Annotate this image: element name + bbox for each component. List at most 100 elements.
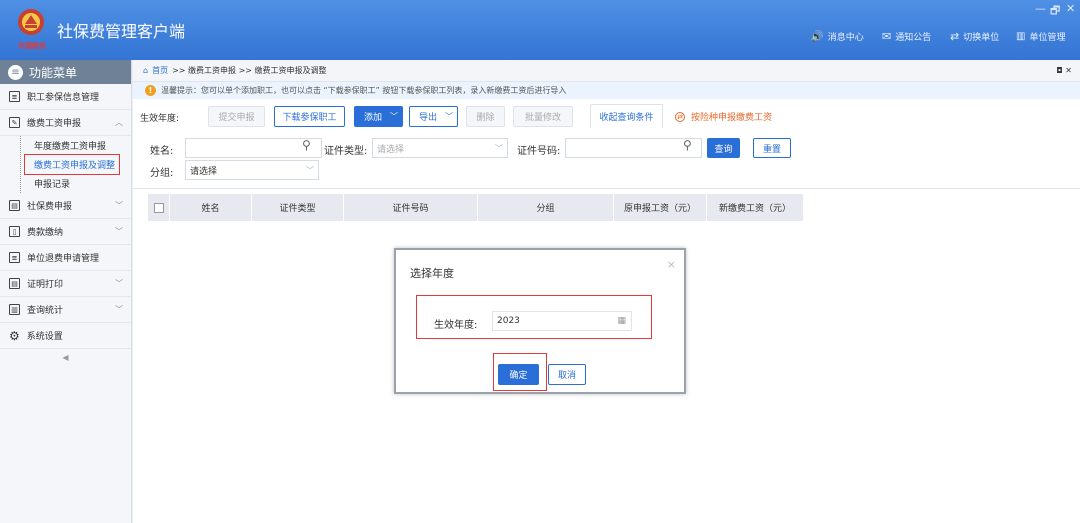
chevron-down-icon: ﹀ (115, 201, 123, 210)
calendar-icon: ▦ (617, 316, 626, 326)
breadcrumb-home[interactable]: 首页 (152, 65, 168, 76)
document-icon: ▤ (9, 200, 20, 211)
sidebar-item-label: 缴费工资申报 (27, 119, 82, 129)
tab-controls[interactable]: ◘ ✕ (1056, 66, 1072, 75)
select-all-checkbox[interactable] (148, 194, 170, 221)
nav-message-center[interactable]: 🔊 消息中心 (810, 30, 864, 43)
select-year-dialog: 选择年度 × 生效年度: 2023 ▦ 确定 取消 (394, 248, 686, 394)
minimize-button[interactable]: — (1035, 2, 1046, 15)
nav-label: 切换单位 (963, 33, 1000, 43)
breadcrumb-path: >> 缴费工资申报 >> 缴费工资申报及调整 (172, 66, 327, 75)
building-icon: ▥ (1016, 31, 1026, 42)
col-id-number: 证件号码 (344, 194, 478, 221)
sidebar-item-employee-info[interactable]: ≡ 职工参保信息管理 (0, 84, 131, 110)
sidebar-item-settings[interactable]: ⚙ 系统设置 (0, 323, 131, 349)
idtype-select[interactable]: 请选择 ﹀ (372, 138, 508, 158)
col-group: 分组 (478, 194, 614, 221)
sidebar-item-certificate[interactable]: ▤ 证明打印 ﹀ (0, 271, 131, 297)
sidebar-item-label: 查询统计 (27, 306, 64, 316)
search-icon[interactable]: ⚲ (683, 138, 692, 152)
chevron-up-icon: ︿ (115, 118, 123, 127)
print-icon: ▤ (9, 278, 20, 289)
collapse-query-tab[interactable]: 收起查询条件 (590, 104, 663, 129)
sidebar-item-label: 单位退费申请管理 (27, 254, 100, 264)
sidebar-item-label: 职工参保信息管理 (27, 93, 100, 103)
idtype-label: 证件类型: (324, 146, 368, 157)
idno-label: 证件号码: (517, 146, 561, 157)
close-icon[interactable]: × (667, 258, 676, 271)
nav-label: 消息中心 (827, 33, 864, 43)
wallet-icon: ▯ (9, 226, 20, 237)
sidebar-item-label: 费款缴纳 (27, 228, 64, 238)
sidebar-header: ≡ 功能菜单 (0, 60, 131, 84)
sidebar-submenu: 年度缴费工资申报 缴费工资申报及调整 申报记录 (0, 136, 131, 193)
sidebar-item-refund[interactable]: ≡ 单位退费申请管理 (0, 245, 131, 271)
cancel-button[interactable]: 取消 (548, 364, 586, 385)
declare-by-type-label: 按险种申报缴费工资 (691, 113, 773, 123)
download-employees-button[interactable]: 下载参保职工 (274, 106, 345, 127)
sidebar-item-social-insurance[interactable]: ▤ 社保费申报 ﹀ (0, 193, 131, 219)
group-select[interactable]: 请选择 ﹀ (185, 160, 319, 180)
chevron-down-icon: ﹀ (390, 112, 399, 121)
switch-icon: ⇄ (950, 30, 960, 43)
reset-button[interactable]: 重置 (753, 138, 791, 158)
subitem-label: 申报记录 (34, 180, 71, 190)
sidebar-item-wage-declaration[interactable]: ✎ 缴费工资申报 ︿ (0, 110, 131, 136)
sidebar-subitem-annual[interactable]: 年度缴费工资申报 (0, 136, 131, 155)
add-dropdown-button[interactable]: 添加 ﹀ (354, 106, 403, 127)
nav-unit-manage[interactable]: ▥ 单位管理 (1016, 30, 1065, 43)
menu-icon: ≡ (8, 64, 23, 80)
confirm-button[interactable]: 确定 (498, 364, 539, 385)
idtype-placeholder: 请选择 (377, 144, 405, 155)
col-id-type: 证件类型 (252, 194, 344, 221)
title-bar: 中国税务 社保费管理客户端 — 🗗 ✕ 🔊 消息中心 ✉ 通知公告 ⇄ 切换单位… (0, 0, 1080, 60)
year-input[interactable]: 2023 ▦ (492, 311, 632, 331)
year-label: 生效年度: (140, 114, 180, 124)
export-dropdown-button[interactable]: 导出 ﹀ (409, 106, 458, 127)
add-label: 添加 (364, 113, 383, 123)
collapse-sidebar-button[interactable]: ◀ (0, 349, 131, 362)
edit-icon: ✎ (9, 117, 20, 128)
list-icon: ≡ (9, 91, 20, 102)
nav-label: 单位管理 (1029, 33, 1066, 43)
subitem-label: 年度缴费工资申报 (34, 142, 107, 152)
chevron-down-icon: ﹀ (445, 112, 454, 121)
sidebar-item-payment[interactable]: ▯ 费款缴纳 ﹀ (0, 219, 131, 245)
sidebar-item-statistics[interactable]: ▥ 查询统计 ﹀ (0, 297, 131, 323)
group-label: 分组: (150, 168, 174, 179)
idno-input[interactable] (565, 138, 702, 158)
sidebar-subitem-records[interactable]: 申报记录 (0, 174, 131, 193)
chevron-down-icon: ﹀ (115, 279, 123, 288)
nav-label: 通知公告 (895, 33, 932, 43)
tip-text: 温馨提示：您可以单个添加职工，也可以点击 “下载参保职工” 按钮下载参保职工列表… (161, 86, 567, 95)
breadcrumb: ⌂ 首页 >> 缴费工资申报 >> 缴费工资申报及调整 ◘ ✕ (133, 60, 1080, 82)
speaker-icon: 🔊 (810, 30, 824, 43)
search-icon[interactable]: ⚲ (302, 138, 311, 152)
sidebar-item-label: 社保费申报 (27, 202, 73, 212)
list-icon: ≡ (9, 252, 20, 263)
declare-by-type-link[interactable]: ⇄ 按险种申报缴费工资 (675, 110, 772, 123)
chart-icon: ▥ (9, 304, 20, 315)
divider (133, 188, 1080, 189)
exchange-icon: ⇄ (675, 111, 685, 122)
chevron-down-icon: ﹀ (115, 227, 123, 236)
table-header: 姓名 证件类型 证件号码 分组 原申报工资（元） 新缴费工资（元） (148, 194, 804, 221)
year-value: 2023 (497, 316, 520, 326)
sidebar: ≡ 功能菜单 ≡ 职工参保信息管理 ✎ 缴费工资申报 ︿ 年度缴费工资申报 缴费… (0, 60, 132, 523)
query-button[interactable]: 查询 (707, 138, 740, 158)
dialog-year-label: 生效年度: (434, 320, 478, 331)
delete-button[interactable]: 删除 (466, 106, 505, 127)
sidebar-title: 功能菜单 (29, 65, 78, 80)
close-window-button[interactable]: ✕ (1066, 2, 1075, 15)
nav-notice[interactable]: ✉ 通知公告 (882, 30, 931, 43)
submit-button[interactable]: 提交申报 (208, 106, 265, 127)
app-title: 社保费管理客户端 (57, 24, 186, 41)
name-label: 姓名: (150, 146, 174, 157)
batch-edit-button[interactable]: 批量修改 (513, 106, 573, 127)
restore-button[interactable]: 🗗 (1050, 2, 1060, 21)
chevron-down-icon: ﹀ (115, 305, 123, 314)
nav-switch-unit[interactable]: ⇄ 切换单位 (950, 30, 999, 43)
tax-emblem-icon (18, 9, 44, 35)
chevron-down-icon: ﹀ (306, 165, 314, 175)
sidebar-subitem-adjust[interactable]: 缴费工资申报及调整 (0, 154, 131, 175)
